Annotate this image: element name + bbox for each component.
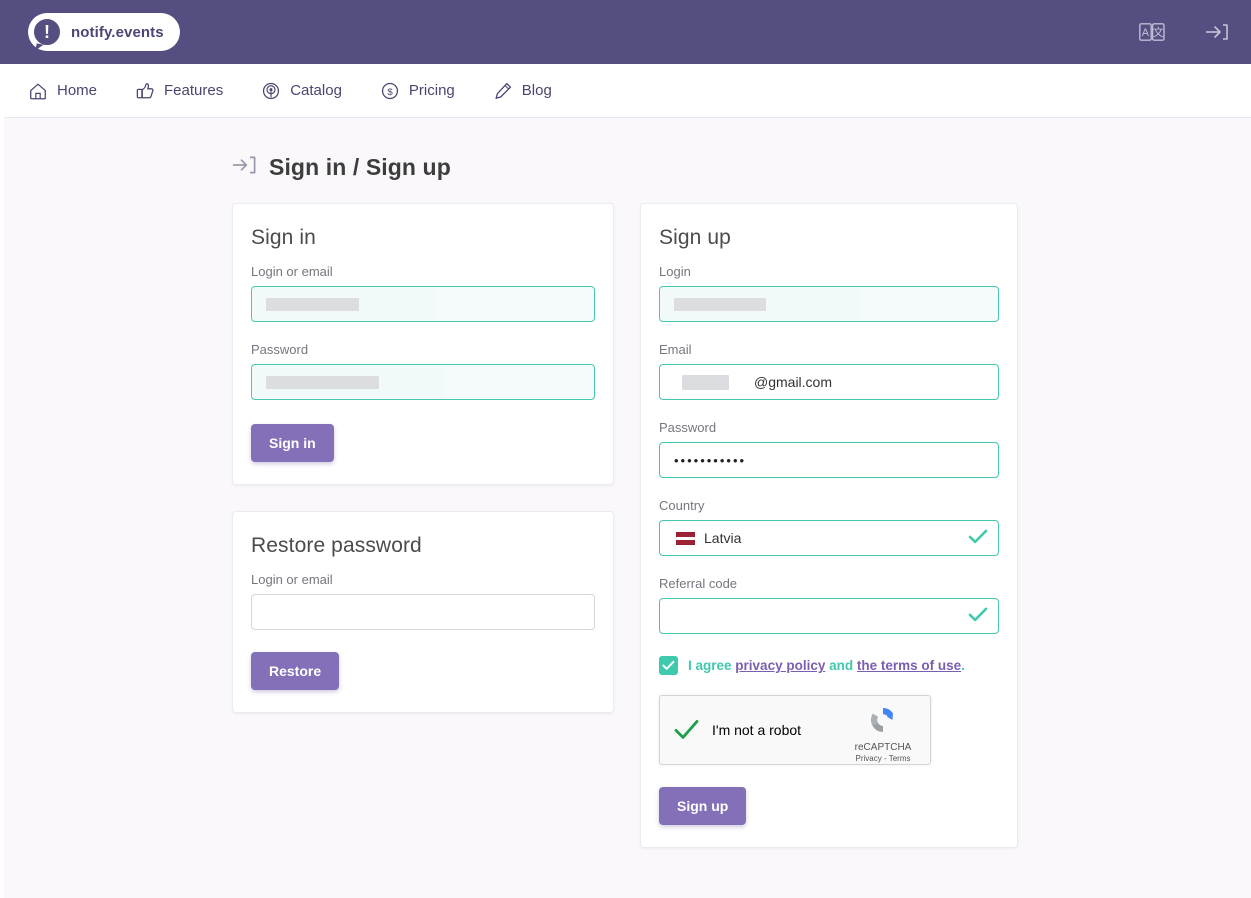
sign-in-title: Sign in bbox=[251, 226, 316, 249]
sign-in-login-label: Login or email bbox=[251, 264, 333, 279]
logo-bubble-icon: ! bbox=[31, 16, 63, 48]
sign-up-login-label: Login bbox=[659, 264, 691, 279]
sign-up-email-field: Email @gmail.com bbox=[659, 342, 999, 400]
sign-in-password-label: Password bbox=[251, 342, 309, 357]
sign-up-email-label: Email bbox=[659, 342, 692, 357]
recaptcha-verified-check-icon bbox=[672, 716, 700, 744]
recaptcha-label: I'm not a robot bbox=[712, 722, 802, 738]
nav-item-home-label: Home bbox=[57, 82, 98, 99]
left-edge-strip bbox=[0, 64, 4, 898]
recaptcha-widget[interactable]: I'm not a robot reCAPTCHA Privacy - Term… bbox=[659, 695, 931, 765]
restore-password-card: Restore password Login or email Restore bbox=[232, 511, 614, 713]
sign-up-password-input[interactable]: ••••••••••• bbox=[659, 442, 999, 478]
sign-up-country-value: Latvia bbox=[704, 530, 742, 546]
svg-text:$: $ bbox=[387, 86, 393, 97]
sign-up-referral-label: Referral code bbox=[659, 576, 738, 591]
privacy-policy-link[interactable]: privacy policy bbox=[735, 658, 825, 673]
sign-up-email-domain: @gmail.com bbox=[754, 374, 833, 390]
agreement-row: I agree privacy policy and the terms of … bbox=[659, 656, 999, 675]
agreement-checkbox[interactable] bbox=[659, 656, 678, 675]
agreement-prefix: I agree bbox=[688, 658, 732, 673]
nav-item-catalog-label: Catalog bbox=[290, 82, 342, 99]
restore-button[interactable]: Restore bbox=[251, 652, 340, 690]
nav-item-blog[interactable]: Blog bbox=[491, 77, 554, 105]
page-content: Sign in / Sign up Sign in Login or email… bbox=[0, 118, 1251, 848]
nav-item-pricing-label: Pricing bbox=[408, 82, 455, 99]
forms-columns: Sign in Login or email Password Sign in … bbox=[0, 203, 1251, 848]
sign-up-password-label: Password bbox=[659, 420, 717, 435]
dollar-circle-icon: $ bbox=[380, 81, 400, 101]
left-column: Sign in Login or email Password Sign in … bbox=[232, 203, 614, 848]
thumbs-up-icon bbox=[135, 81, 155, 101]
top-header-bar: ! notify.events A 文 bbox=[0, 0, 1251, 64]
recaptcha-brand-name: reCAPTCHA bbox=[854, 742, 912, 753]
nav-item-features-label: Features bbox=[164, 82, 224, 99]
sign-in-login-redacted-value bbox=[266, 297, 359, 311]
sign-up-button[interactable]: Sign up bbox=[659, 787, 747, 825]
top-header-actions: A 文 bbox=[1139, 22, 1229, 42]
translate-icon[interactable]: A 文 bbox=[1139, 23, 1165, 41]
country-valid-check-icon bbox=[968, 529, 988, 548]
sign-in-card: Sign in Login or email Password Sign in bbox=[232, 203, 614, 485]
sign-up-login-redacted-value bbox=[674, 297, 766, 311]
pen-icon bbox=[493, 81, 513, 101]
latvia-flag-icon bbox=[676, 531, 695, 545]
sign-up-email-redacted-local-part bbox=[682, 374, 729, 390]
sign-in-icon bbox=[232, 154, 257, 181]
sign-up-referral-input[interactable] bbox=[659, 598, 999, 634]
sign-in-password-redacted-value bbox=[266, 375, 379, 389]
referral-valid-check-icon bbox=[968, 607, 988, 626]
sign-up-title: Sign up bbox=[659, 226, 731, 249]
svg-text:文: 文 bbox=[1153, 25, 1164, 39]
restore-login-label: Login or email bbox=[251, 572, 333, 587]
sign-in-icon[interactable] bbox=[1205, 22, 1229, 42]
restore-login-field: Login or email bbox=[251, 572, 595, 630]
sign-up-email-input[interactable]: @gmail.com bbox=[659, 364, 999, 400]
nav-item-home[interactable]: Home bbox=[26, 77, 99, 105]
recaptcha-branding: reCAPTCHA Privacy - Terms bbox=[846, 704, 920, 763]
sign-up-country-select[interactable]: Latvia bbox=[659, 520, 999, 556]
sign-up-country-field: Country Latvia bbox=[659, 498, 999, 556]
sign-in-login-input[interactable] bbox=[251, 286, 595, 322]
sign-up-password-field: Password ••••••••••• bbox=[659, 420, 999, 478]
nav-item-catalog[interactable]: Catalog bbox=[259, 77, 344, 105]
recaptcha-logo-icon bbox=[867, 708, 899, 740]
terms-of-use-link[interactable]: the terms of use bbox=[857, 658, 961, 673]
sign-up-referral-field: Referral code bbox=[659, 576, 999, 634]
nav-item-pricing[interactable]: $ Pricing bbox=[378, 77, 457, 105]
sign-in-password-input[interactable] bbox=[251, 364, 595, 400]
sign-in-password-field: Password bbox=[251, 342, 595, 400]
home-icon bbox=[28, 81, 48, 101]
logo-exclamation: ! bbox=[44, 22, 50, 42]
brand-name: notify.events bbox=[71, 23, 164, 41]
main-navigation: Home Features Catalog $ Pricing Blog bbox=[0, 64, 1251, 118]
restore-password-title: Restore password bbox=[251, 534, 422, 557]
agreement-conjunction: and bbox=[829, 658, 854, 673]
recaptcha-legal-links: Privacy - Terms bbox=[855, 754, 911, 763]
right-column: Sign up Login Email @gmail.com Password … bbox=[640, 203, 1018, 848]
sign-in-button[interactable]: Sign in bbox=[251, 424, 334, 462]
sign-up-login-field: Login bbox=[659, 264, 999, 322]
broadcast-icon bbox=[261, 81, 281, 101]
sign-up-card: Sign up Login Email @gmail.com Password … bbox=[640, 203, 1018, 848]
agreement-suffix: . bbox=[961, 658, 965, 673]
sign-in-login-field: Login or email bbox=[251, 264, 595, 322]
page-title: Sign in / Sign up bbox=[269, 154, 451, 180]
sign-up-country-label: Country bbox=[659, 498, 705, 513]
restore-login-input[interactable] bbox=[251, 594, 595, 630]
agreement-text: I agree privacy policy and the terms of … bbox=[688, 658, 965, 673]
svg-text:A: A bbox=[1142, 27, 1150, 39]
nav-item-features[interactable]: Features bbox=[133, 77, 225, 105]
sign-up-login-input[interactable] bbox=[659, 286, 999, 322]
page-title-row: Sign in / Sign up bbox=[232, 154, 1251, 181]
sign-up-password-value: ••••••••••• bbox=[674, 452, 747, 468]
nav-item-blog-label: Blog bbox=[521, 82, 552, 99]
brand-logo[interactable]: ! notify.events bbox=[28, 13, 180, 51]
